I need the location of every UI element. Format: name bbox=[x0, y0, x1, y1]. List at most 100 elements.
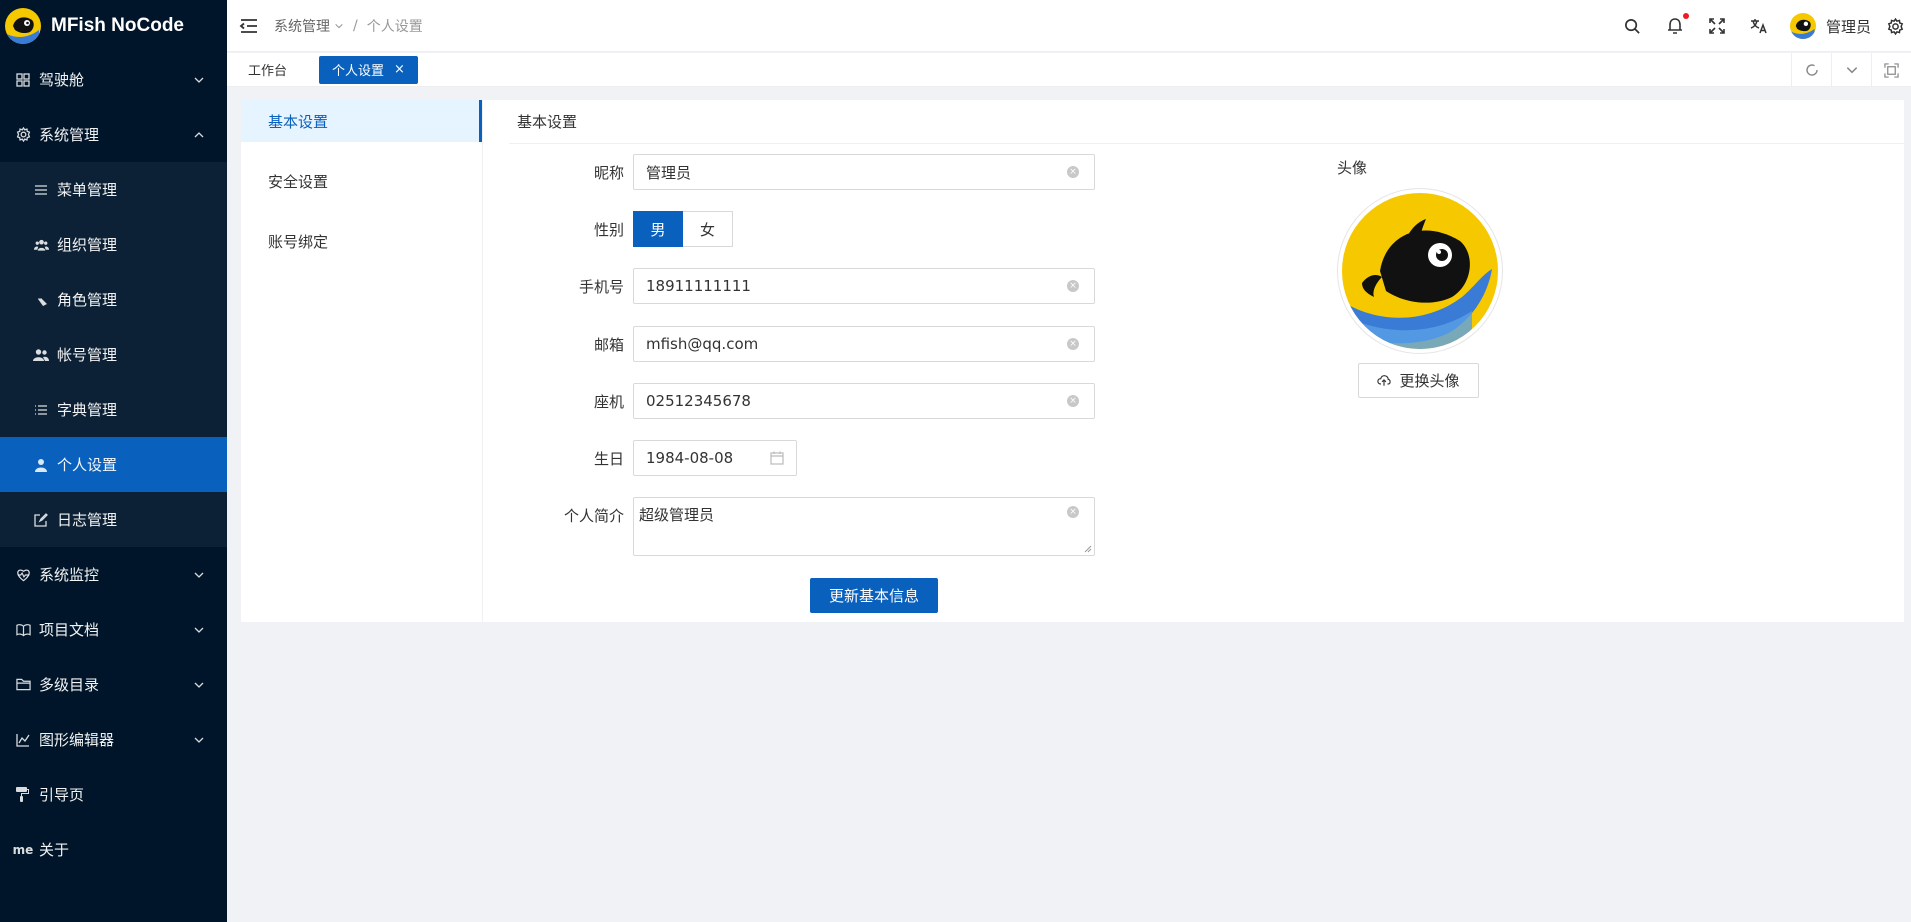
gender-radio-group: 男 女 bbox=[633, 211, 733, 247]
menu-fold-icon[interactable] bbox=[239, 16, 259, 36]
phone-input[interactable]: 18911111111 × bbox=[633, 268, 1095, 304]
refresh-icon[interactable] bbox=[1791, 53, 1831, 87]
gender-female-radio[interactable]: 女 bbox=[683, 211, 733, 247]
settings-menu: 基本设置 安全设置 账号绑定 bbox=[241, 100, 483, 622]
avatar-preview[interactable] bbox=[1337, 188, 1503, 354]
sidebar-item-label: 日志管理 bbox=[57, 511, 118, 529]
upload-cloud-icon bbox=[1377, 375, 1392, 386]
settings-menu-basic[interactable]: 基本设置 bbox=[241, 100, 482, 142]
app-title: MFish NoCode bbox=[51, 15, 184, 36]
panel-title: 基本设置 bbox=[509, 100, 1904, 144]
sidebar-item-menu-management[interactable]: 菜单管理 bbox=[0, 162, 227, 217]
tabs-bar: 工作台 个人设置 × bbox=[227, 53, 1911, 87]
sidebar-item-dashboard[interactable]: 驾驶舱 bbox=[0, 52, 227, 107]
nickname-input[interactable]: 管理员 × bbox=[633, 154, 1095, 190]
change-avatar-button[interactable]: 更换头像 bbox=[1358, 363, 1479, 398]
clear-icon[interactable]: × bbox=[1067, 280, 1079, 292]
avatar-title: 头像 bbox=[1337, 159, 1368, 177]
chevron-down-icon bbox=[194, 572, 204, 578]
update-basic-info-button[interactable]: 更新基本信息 bbox=[810, 578, 938, 613]
label-gender: 性别 bbox=[593, 220, 624, 239]
sidebar-item-monitor[interactable]: 系统监控 bbox=[0, 547, 227, 602]
email-value: mfish@qq.com bbox=[646, 335, 759, 353]
label-email: 邮箱 bbox=[593, 335, 624, 354]
sidebar-item-label: 图形编辑器 bbox=[39, 731, 115, 749]
tab-workbench[interactable]: 工作台 bbox=[236, 55, 300, 84]
book-icon bbox=[14, 621, 32, 639]
clear-icon[interactable]: × bbox=[1067, 166, 1079, 178]
sidebar-item-label: 个人设置 bbox=[57, 456, 118, 474]
birthday-datepicker[interactable]: 1984-08-08 bbox=[633, 440, 797, 476]
sidebar-item-log-management[interactable]: 日志管理 bbox=[0, 492, 227, 547]
chevron-down-icon bbox=[194, 77, 204, 83]
logo[interactable]: MFish NoCode bbox=[0, 0, 227, 52]
landline-input[interactable]: 02512345678 × bbox=[633, 383, 1095, 419]
sidebar-item-multilevel[interactable]: 多级目录 bbox=[0, 657, 227, 712]
row-birthday: 生日 1984-08-08 bbox=[509, 440, 797, 476]
chevron-down-icon[interactable] bbox=[1831, 53, 1871, 87]
chart-icon bbox=[14, 731, 32, 749]
row-bio: 个人简介 超级管理员 × bbox=[509, 497, 1095, 556]
gear-icon bbox=[14, 126, 32, 144]
sidebar-item-system[interactable]: 系统管理 bbox=[0, 107, 227, 162]
label-phone: 手机号 bbox=[578, 277, 624, 296]
sidebar-item-label: 项目文档 bbox=[39, 621, 100, 639]
folder-icon bbox=[14, 676, 32, 694]
chevron-down-icon bbox=[335, 23, 343, 28]
sidebar-item-about[interactable]: me 关于 bbox=[0, 822, 227, 877]
team-icon bbox=[32, 236, 50, 254]
heart-monitor-icon bbox=[14, 566, 32, 584]
landline-value: 02512345678 bbox=[646, 392, 751, 410]
translate-icon[interactable] bbox=[1749, 16, 1769, 36]
settings-gear-icon[interactable] bbox=[1885, 16, 1905, 36]
sidebar-item-org-management[interactable]: 组织管理 bbox=[0, 217, 227, 272]
notification-dot bbox=[1682, 13, 1689, 19]
email-input[interactable]: mfish@qq.com × bbox=[633, 326, 1095, 362]
clear-icon[interactable]: × bbox=[1067, 506, 1079, 518]
sidebar-item-label: 系统监控 bbox=[39, 566, 100, 584]
role-icon bbox=[32, 291, 50, 309]
search-icon[interactable] bbox=[1623, 16, 1643, 36]
sidebar-item-label: 字典管理 bbox=[57, 401, 118, 419]
label-landline: 座机 bbox=[593, 392, 624, 411]
clear-icon[interactable]: × bbox=[1067, 395, 1079, 407]
sidebar-item-graph-editor[interactable]: 图形编辑器 bbox=[0, 712, 227, 767]
resize-handle-icon[interactable] bbox=[1084, 545, 1092, 553]
user-avatar[interactable] bbox=[1789, 13, 1816, 39]
label-bio: 个人简介 bbox=[563, 507, 624, 525]
label-nickname: 昵称 bbox=[593, 163, 624, 182]
sidebar: MFish NoCode 驾驶舱 系统管理 菜单管理 组织管理 角色管理 帐号管 bbox=[0, 0, 227, 922]
bell-icon[interactable] bbox=[1665, 13, 1689, 36]
sidebar-item-dict-management[interactable]: 字典管理 bbox=[0, 382, 227, 437]
expand-icon[interactable] bbox=[1871, 53, 1911, 87]
fullscreen-icon[interactable] bbox=[1707, 16, 1727, 36]
sidebar-item-role-management[interactable]: 角色管理 bbox=[0, 272, 227, 327]
sidebar-item-personal-settings[interactable]: 个人设置 bbox=[0, 437, 227, 492]
menu-lines-icon bbox=[32, 181, 50, 199]
sidebar-item-guide[interactable]: 引导页 bbox=[0, 767, 227, 822]
sidebar-item-docs[interactable]: 项目文档 bbox=[0, 602, 227, 657]
header-actions: 管理员 bbox=[1612, 0, 1911, 52]
close-icon[interactable]: × bbox=[394, 62, 405, 77]
sidebar-item-label: 组织管理 bbox=[57, 236, 118, 254]
settings-menu-binding[interactable]: 账号绑定 bbox=[241, 220, 482, 262]
list-icon bbox=[32, 401, 50, 419]
paint-roller-icon bbox=[14, 786, 32, 804]
users-icon bbox=[32, 346, 50, 364]
sidebar-item-label: 角色管理 bbox=[57, 291, 118, 309]
clear-icon[interactable]: × bbox=[1067, 338, 1079, 350]
chevron-down-icon bbox=[194, 627, 204, 633]
gender-male-radio[interactable]: 男 bbox=[633, 211, 683, 247]
bio-value: 超级管理员 bbox=[639, 506, 715, 524]
bio-textarea[interactable]: 超级管理员 × bbox=[633, 497, 1095, 556]
chevron-down-icon bbox=[194, 737, 204, 743]
sidebar-item-account-management[interactable]: 帐号管理 bbox=[0, 327, 227, 382]
tab-label: 工作台 bbox=[248, 64, 288, 79]
nickname-value: 管理员 bbox=[646, 163, 692, 182]
sidebar-item-label: 菜单管理 bbox=[57, 181, 118, 199]
breadcrumb-item-system[interactable]: 系统管理 bbox=[274, 16, 330, 36]
tab-personal-settings[interactable]: 个人设置 × bbox=[319, 55, 418, 84]
breadcrumb: 系统管理 / 个人设置 bbox=[274, 16, 423, 36]
username[interactable]: 管理员 bbox=[1826, 16, 1871, 37]
settings-menu-security[interactable]: 安全设置 bbox=[241, 160, 482, 202]
